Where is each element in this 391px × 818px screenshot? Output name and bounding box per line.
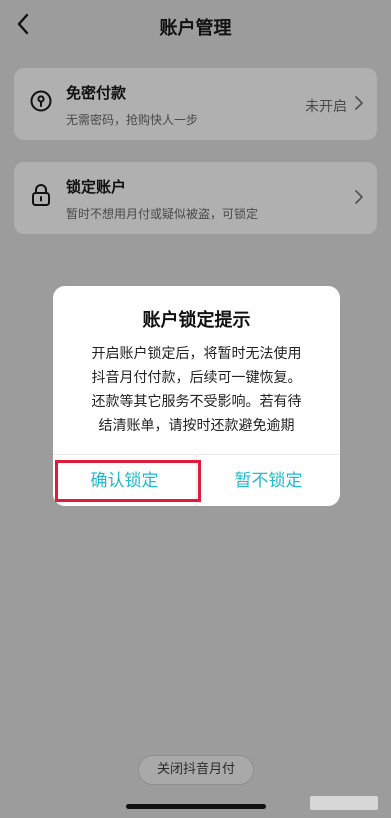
padlock-icon bbox=[32, 184, 50, 206]
chevron-right-icon bbox=[355, 96, 363, 110]
status-text: 未开启 bbox=[305, 99, 347, 115]
cancel-lock-button[interactable]: 暂不锁定 bbox=[197, 454, 340, 506]
confirm-lock-button[interactable]: 确认锁定 bbox=[53, 454, 196, 506]
close-monthly-pay-button[interactable]: 关闭抖音月付 bbox=[138, 755, 254, 785]
home-indicator[interactable] bbox=[126, 804, 266, 809]
row-title: 免密付款 bbox=[66, 84, 127, 102]
row-lock-account[interactable]: 锁定账户 暂时不想用月付或疑似被盗，可锁定 bbox=[14, 162, 377, 234]
chevron-right-icon bbox=[355, 190, 363, 204]
key-lock-icon bbox=[30, 90, 52, 112]
dialog-message-line: 结清账单，请按时还款避免逾期 bbox=[98, 418, 295, 434]
dialog-message-line: 开启账户锁定后，将暂时无法使用 bbox=[91, 346, 302, 362]
row-subtitle: 无需密码，抢购快人一步 bbox=[66, 113, 199, 127]
dialog-title: 账户锁定提示 bbox=[142, 310, 251, 331]
dialog-message: 开启账户锁定后，将暂时无法使用 抖音月付付款，后续可一键恢复。 还款等其它服务不… bbox=[53, 342, 340, 438]
dialog-message-line: 抖音月付付款，后续可一键恢复。 bbox=[91, 370, 302, 386]
row-password-free-pay[interactable]: 免密付款 无需密码，抢购快人一步 未开启 bbox=[14, 68, 377, 140]
lock-confirm-dialog: 账户锁定提示 开启账户锁定后，将暂时无法使用 抖音月付付款，后续可一键恢复。 还… bbox=[53, 286, 340, 506]
row-title: 锁定账户 bbox=[66, 178, 127, 196]
header-bar: 账户管理 bbox=[0, 0, 391, 48]
page-title: 账户管理 bbox=[159, 18, 232, 39]
watermark-logo bbox=[310, 796, 378, 810]
dialog-message-line: 还款等其它服务不受影响。若有待 bbox=[91, 394, 302, 410]
row-subtitle: 暂时不想用月付或疑似被盗，可锁定 bbox=[66, 207, 259, 221]
